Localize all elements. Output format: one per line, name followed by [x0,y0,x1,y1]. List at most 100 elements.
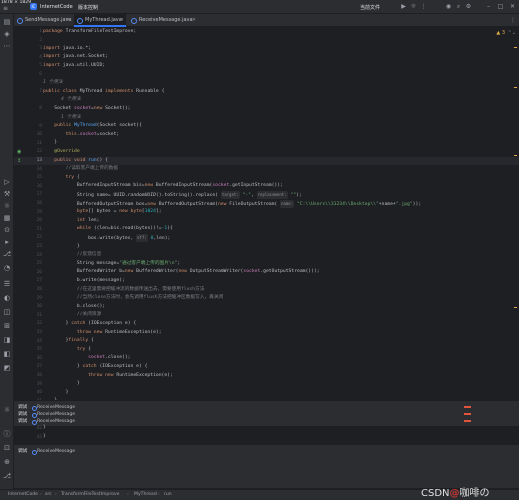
build-tool-icon[interactable]: ⚒ [3,190,11,198]
problems-tool-icon-2[interactable]: ⓘ [3,430,11,438]
line-gutter[interactable]: 1 2 3 4 5 6 7 8 9 10 11 12 ◉ 13 ↥ 14 15 16 17 18 19 20 21 22 23 2… [14,27,42,400]
tab-mythread[interactable]: MyThread.java ✕ [74,14,126,27]
breadcrumb-package[interactable]: TransformFileTestImprove [61,490,119,500]
project-name[interactable]: InternetCode [40,4,73,10]
debug-session-row[interactable]: 调试 ReceiveMessage [14,418,519,425]
code-line[interactable]: } [43,433,46,442]
code-line[interactable]: b.write(message); [43,277,125,286]
run-icon[interactable]: ▶ [400,3,407,10]
code-line[interactable]: try { [43,346,91,355]
code-line[interactable]: Socket socket=new Socket(); [43,105,130,114]
scroll-marker[interactable] [514,155,517,156]
commit-tool-icon[interactable]: ◈ [3,30,11,38]
close-tab-icon[interactable]: ✕ [120,14,124,27]
scroll-marker[interactable] [514,47,517,48]
main-menu-icon[interactable]: ≡ [3,6,11,12]
code-line[interactable]: byte[] bytes = new byte[1024]; [43,208,162,217]
code-line[interactable]: } [43,139,57,148]
code-line[interactable]: } [43,380,80,389]
minimize-icon[interactable]: – [485,3,492,10]
debug-session-row[interactable]: 调试 ReceiveMessage [14,404,519,411]
code-editor-continued[interactable]: 42 } 43 } [14,424,519,444]
code-line[interactable]: package TransformFileTestImprove; [43,28,136,37]
code-line[interactable]: while ((len=bis.read(bytes))!=-1){ [43,225,173,234]
project-badge[interactable]: IC [30,3,37,10]
event-log-icon[interactable]: ◩ [3,364,11,372]
scroll-marker[interactable] [514,307,517,308]
code-line[interactable]: throw new RuntimeException(e); [43,372,173,381]
notifications-tool-icon[interactable]: ◐ [3,294,11,302]
code-line[interactable]: String name= UUID.randomUUID().toString(… [43,190,302,200]
git-tool-icon[interactable]: ⎇ [3,250,11,258]
run-configuration[interactable]: 当前文件 [360,4,380,11]
close-tab-icon[interactable]: ✕ [66,14,70,27]
terminal-tool-icon-2[interactable]: ⊡ [3,444,11,452]
debug-tool-icon[interactable]: ☼ [3,202,11,210]
tab-more-icon[interactable]: ⋮ [510,14,516,27]
problems-tool-icon[interactable]: ⊙ [3,226,11,234]
search-icon[interactable]: ⌕ [455,3,462,10]
code-line[interactable]: //当然close方法时，会先调用flush方法把缓冲区数据写入，再关闭 [43,294,223,303]
code-line[interactable]: BufferedOutputStream bos=new BufferedOut… [43,199,421,209]
code-line[interactable]: //读取客户端上传的数据 [43,165,119,174]
code-line[interactable]: } [43,424,46,433]
usage-hint[interactable]: 4 个用法 [43,96,81,105]
debug-config[interactable]: ReceiveMessage [31,404,75,411]
account-icon[interactable]: ◉ [445,3,452,10]
run-tool-icon[interactable]: ▷ [3,178,11,186]
profiler-tool-icon[interactable]: ◔ [3,264,11,272]
code-line[interactable]: }finally { [43,337,94,346]
code-line[interactable]: BufferedWriter b=new BufferedWriter(new … [43,268,320,277]
code-line[interactable]: @Override [43,148,79,157]
code-line[interactable]: public MyThread(Socket socket){ [43,122,142,131]
usage-hint[interactable]: 1 个用法 [43,79,63,88]
code-line[interactable]: String message="通过客户端上传的图片\n"; [43,260,180,269]
implements-icon[interactable]: ↥ [17,158,23,164]
debug-config[interactable]: ReceiveMessage [31,448,75,455]
more-actions-icon[interactable]: ⋮ [420,3,427,10]
code-line[interactable]: } [43,243,80,252]
code-line[interactable]: //关闭资源 [43,311,101,320]
code-line[interactable]: bos.write(bytes, off: 0,len); [43,233,170,243]
tab-receivemessage[interactable]: ReceiveMessage.java ✕ [128,14,198,27]
debug-session-row[interactable]: 调试 ReceiveMessage [14,411,519,418]
version-control-icon[interactable]: ⎇ [3,472,11,480]
close-icon[interactable]: ✕ [509,3,516,10]
code-line[interactable]: import java.util.UUID; [43,62,105,71]
code-line[interactable]: } [43,389,69,398]
code-line[interactable]: } catch (IOException e) { [43,320,137,329]
code-line[interactable]: BufferedInputStream bis=new BufferedInpu… [43,182,283,191]
project-tool-icon[interactable]: ▤ [3,18,11,26]
code-line[interactable]: this.socket=socket; [43,131,120,140]
code-line[interactable]: import java.io.*; [43,45,91,54]
code-line[interactable]: b.close(); [43,303,105,312]
breadcrumb-src[interactable]: src [45,490,52,500]
code-line[interactable]: public class MyThread implements Runnabl… [43,88,164,97]
terminal-tool-icon[interactable]: ▸ [3,238,11,246]
debug-session-row[interactable]: 调试 ReceiveMessage [14,448,519,455]
tab-sendmessage[interactable]: SendMessage.java ✕ [14,14,72,27]
breadcrumb-project[interactable]: InternetCode [8,490,38,500]
code-line[interactable]: socket.close(); [43,354,130,363]
database-tool-icon[interactable]: ◫ [3,308,11,316]
todo-tool-icon[interactable]: ☰ [3,280,11,288]
code-line[interactable]: //反馈信息 [43,251,101,260]
structure-tool-icon[interactable]: ⋯ [3,42,11,50]
breadcrumb-method[interactable]: run [164,490,172,500]
scroll-marker[interactable] [514,87,517,88]
structure-tool-icon-2[interactable]: ⊞ [3,322,11,330]
bookmarks-tool-icon[interactable]: ◨ [3,336,11,344]
services-tool-icon[interactable]: ▦ [3,214,11,222]
code-line[interactable]: int len; [43,217,100,226]
run-dashboard-icon[interactable]: ◧ [3,350,11,358]
debug-tool-icon-2[interactable]: ☼ [3,406,11,414]
debug-icon[interactable]: ☼ [410,3,417,10]
code-line[interactable]: throw new RuntimeException(e); [43,329,162,338]
vcs-menu[interactable]: 版本控制 [78,4,98,11]
maximize-icon[interactable]: □ [497,3,504,10]
code-line[interactable]: } catch (IOException e) { [43,363,148,372]
code-area[interactable]: package TransformFileTestImprove; import … [43,27,511,401]
code-line[interactable]: import java.net.Socket; [43,53,108,62]
usage-hint[interactable]: 1 个用法 [43,114,81,123]
code-editor[interactable]: ▲ 3 ⌃⌄ 1 2 3 4 5 6 7 8 9 10 11 12 ◉ 13 ↥ 14 15 16 17 18 19 20… [14,27,519,400]
